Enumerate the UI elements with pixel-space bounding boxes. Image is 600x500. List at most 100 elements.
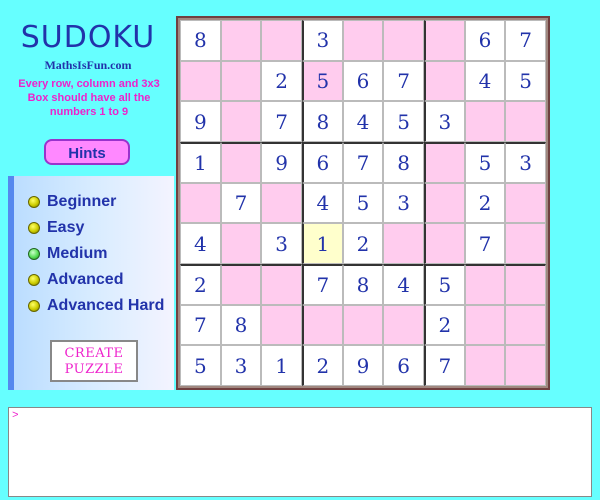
level-medium[interactable]: Medium — [28, 244, 107, 264]
sudoku-cell-r6c3[interactable]: 3 — [261, 223, 302, 264]
level-label: Medium — [47, 245, 108, 262]
sudoku-cell-r5c2[interactable]: 7 — [220, 182, 262, 224]
sudoku-cell-r9c5[interactable]: 9 — [342, 345, 384, 386]
sudoku-cell-r7c8[interactable] — [464, 264, 506, 305]
sudoku-cell-r4c3[interactable]: 9 — [261, 142, 302, 183]
sudoku-cell-r3c1[interactable]: 9 — [180, 101, 221, 142]
radio-dot-icon[interactable] — [28, 196, 40, 208]
sudoku-cell-r4c8[interactable]: 5 — [464, 142, 506, 183]
sudoku-cell-r6c1[interactable]: 4 — [180, 223, 221, 264]
sudoku-cell-r2c3[interactable]: 2 — [261, 60, 302, 102]
hints-button[interactable]: Hints — [44, 139, 130, 165]
sudoku-cell-r5c5[interactable]: 5 — [342, 182, 384, 224]
sudoku-cell-r9c9[interactable] — [505, 345, 546, 386]
level-label: Beginner — [47, 193, 117, 210]
sudoku-cell-r7c4[interactable]: 7 — [302, 264, 343, 305]
sudoku-cell-r4c9[interactable]: 3 — [505, 142, 546, 183]
sudoku-cell-r4c2[interactable] — [220, 142, 262, 183]
sudoku-cell-r1c6[interactable] — [383, 20, 424, 61]
sudoku-cell-r1c3[interactable] — [261, 20, 302, 61]
sudoku-cell-r2c7[interactable] — [424, 60, 465, 102]
sudoku-cell-r4c7[interactable] — [424, 142, 465, 183]
sudoku-cell-r8c2[interactable]: 8 — [220, 304, 262, 346]
difficulty-panel: Beginner Easy Medium Advanced Advanced H… — [8, 176, 174, 390]
sudoku-cell-r2c5[interactable]: 6 — [342, 60, 384, 102]
sudoku-cell-r1c5[interactable] — [342, 20, 384, 61]
create-puzzle-line1: CREATE — [64, 346, 124, 361]
sudoku-cell-r3c3[interactable]: 7 — [261, 101, 302, 142]
sudoku-cell-r8c9[interactable] — [505, 304, 546, 346]
create-puzzle-button[interactable]: CREATE PUZZLE — [50, 340, 138, 382]
sudoku-cell-r8c6[interactable] — [383, 304, 424, 346]
radio-dot-icon[interactable] — [28, 300, 40, 312]
sudoku-cell-r7c3[interactable] — [261, 264, 302, 305]
sudoku-cell-r6c2[interactable] — [220, 223, 262, 264]
sudoku-cell-r9c1[interactable]: 5 — [180, 345, 221, 386]
sudoku-cell-r3c7[interactable]: 3 — [424, 101, 465, 142]
sudoku-cell-r5c4[interactable]: 4 — [302, 182, 343, 224]
sudoku-cell-r3c8[interactable] — [464, 101, 506, 142]
sudoku-cell-r1c4[interactable]: 3 — [302, 20, 343, 61]
sudoku-cell-r5c7[interactable] — [424, 182, 465, 224]
sudoku-cell-r2c9[interactable]: 5 — [505, 60, 546, 102]
sudoku-cell-r5c8[interactable]: 2 — [464, 182, 506, 224]
radio-dot-icon[interactable] — [28, 222, 40, 234]
sudoku-cell-r7c6[interactable]: 4 — [383, 264, 424, 305]
sudoku-cell-r3c4[interactable]: 8 — [302, 101, 343, 142]
sudoku-cell-r8c8[interactable] — [464, 304, 506, 346]
radio-dot-icon[interactable] — [28, 274, 40, 286]
sudoku-cell-r3c6[interactable]: 5 — [383, 101, 424, 142]
sudoku-cell-r4c4[interactable]: 6 — [302, 142, 343, 183]
level-easy[interactable]: Easy — [28, 218, 84, 238]
sudoku-cell-r8c7[interactable]: 2 — [424, 304, 465, 346]
sudoku-cell-r7c5[interactable]: 8 — [342, 264, 384, 305]
sudoku-cell-r1c2[interactable] — [220, 20, 262, 61]
sudoku-cell-r5c6[interactable]: 3 — [383, 182, 424, 224]
sudoku-cell-r4c5[interactable]: 7 — [342, 142, 384, 183]
sudoku-cell-r2c8[interactable]: 4 — [464, 60, 506, 102]
sudoku-cell-r9c7[interactable]: 7 — [424, 345, 465, 386]
sudoku-cell-r8c3[interactable] — [261, 304, 302, 346]
sudoku-cell-r2c6[interactable]: 7 — [383, 60, 424, 102]
sudoku-cell-r6c7[interactable] — [424, 223, 465, 264]
sudoku-cell-r3c9[interactable] — [505, 101, 546, 142]
sudoku-cell-r5c1[interactable] — [180, 182, 221, 224]
sudoku-cell-r6c5[interactable]: 2 — [342, 223, 384, 264]
sudoku-cell-r3c5[interactable]: 4 — [342, 101, 384, 142]
sudoku-cell-r6c8[interactable]: 7 — [464, 223, 506, 264]
sudoku-cell-r7c9[interactable] — [505, 264, 546, 305]
sudoku-cell-r1c8[interactable]: 6 — [464, 20, 506, 61]
sudoku-cell-r9c8[interactable] — [464, 345, 506, 386]
sudoku-cell-r9c4[interactable]: 2 — [302, 345, 343, 386]
level-advanced[interactable]: Advanced — [28, 270, 123, 290]
sudoku-cell-r9c3[interactable]: 1 — [261, 345, 302, 386]
create-puzzle-line2: PUZZLE — [64, 362, 124, 377]
sudoku-cell-r4c1[interactable]: 1 — [180, 142, 221, 183]
level-label: Advanced — [47, 271, 124, 288]
sudoku-cell-r6c9[interactable] — [505, 223, 546, 264]
sudoku-cell-r1c9[interactable]: 7 — [505, 20, 546, 61]
sudoku-cell-r7c7[interactable]: 5 — [424, 264, 465, 305]
sudoku-cell-r9c2[interactable]: 3 — [220, 345, 262, 386]
sudoku-cell-r6c6[interactable] — [383, 223, 424, 264]
sudoku-cell-r8c5[interactable] — [342, 304, 384, 346]
sudoku-cell-r3c2[interactable] — [220, 101, 262, 142]
sudoku-cell-r9c6[interactable]: 6 — [383, 345, 424, 386]
level-beginner[interactable]: Beginner — [28, 192, 116, 212]
console-prompt: > — [12, 410, 19, 422]
sudoku-cell-r1c7[interactable] — [424, 20, 465, 61]
sudoku-cell-r8c4[interactable] — [302, 304, 343, 346]
level-advanced-hard[interactable]: Advanced Hard — [28, 296, 164, 316]
sudoku-cell-r4c6[interactable]: 8 — [383, 142, 424, 183]
sudoku-cell-r1c1[interactable]: 8 — [180, 20, 221, 61]
sudoku-cell-r2c2[interactable] — [220, 60, 262, 102]
sudoku-cell-r8c1[interactable]: 7 — [180, 304, 221, 346]
radio-dot-selected-icon[interactable] — [28, 248, 40, 260]
sudoku-cell-r7c2[interactable] — [220, 264, 262, 305]
sudoku-cell-r7c1[interactable]: 2 — [180, 264, 221, 305]
sudoku-cell-r6c4[interactable]: 1 — [302, 223, 343, 264]
sudoku-cell-r5c9[interactable] — [505, 182, 546, 224]
sudoku-cell-r5c3[interactable] — [261, 182, 302, 224]
sudoku-cell-r2c1[interactable] — [180, 60, 221, 102]
sudoku-cell-r2c4[interactable]: 5 — [302, 60, 343, 102]
